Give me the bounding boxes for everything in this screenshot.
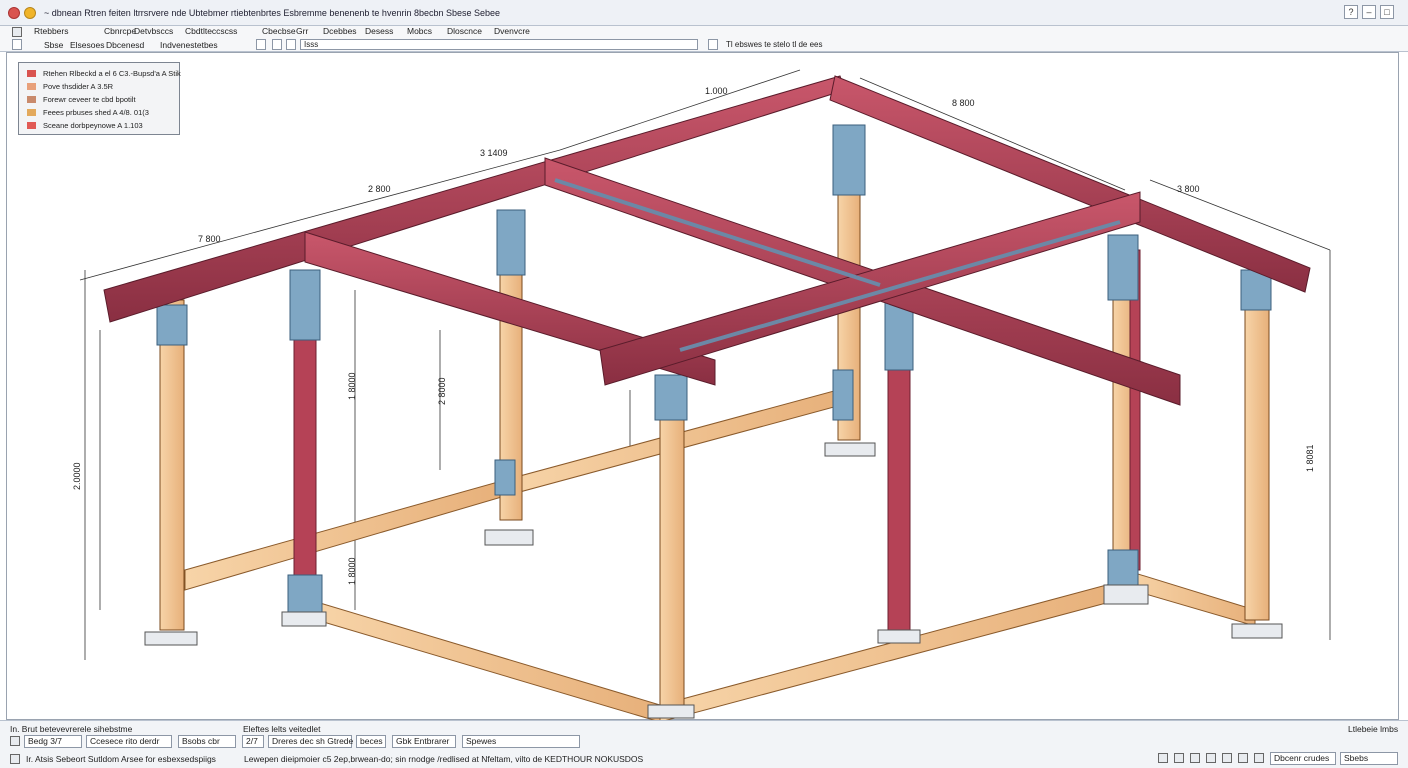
status-right-field-0[interactable]: Dbcenr crudes bbox=[1270, 752, 1336, 765]
dim-height-left: 2.0000 bbox=[72, 462, 82, 490]
dim-height-mid1: 1 8000 bbox=[347, 372, 357, 400]
dim-top-mid: 2 800 bbox=[368, 184, 391, 194]
dim-height-mid2: 2 8000 bbox=[437, 377, 447, 405]
legend-swatch bbox=[27, 109, 36, 116]
structure-drawing: 7 800 2 800 3 1409 1.000 8 800 3 800 2.0… bbox=[72, 69, 1331, 723]
info-icon bbox=[10, 754, 20, 764]
settings-icon[interactable] bbox=[1222, 753, 1232, 763]
status-field-0[interactable]: Bedg 3/7 bbox=[24, 735, 82, 748]
status-row1-left: In. Brut betevevrerele sihebstme bbox=[10, 724, 133, 734]
dim-height-right: 1 8081 bbox=[1305, 444, 1315, 472]
legend-swatch bbox=[27, 83, 36, 90]
status-row2-mid: Lewepen dieipmoier c5 2ep,brwean-do; sin… bbox=[244, 754, 644, 764]
dim-height-low: 1 8000 bbox=[347, 557, 357, 585]
view-icon[interactable] bbox=[1238, 753, 1248, 763]
ortho-icon[interactable] bbox=[1174, 753, 1184, 763]
status-row1-right: Ltlebeie lmbs bbox=[1348, 724, 1399, 734]
dim-top-front: 7 800 bbox=[198, 234, 221, 244]
legend-swatch bbox=[27, 70, 36, 77]
material-legend: Rtehen Rlbeckd a el 6 C3.-Bupsd'a A Stik… bbox=[18, 62, 181, 135]
layer-icon[interactable] bbox=[1206, 753, 1216, 763]
grid-toggle-icon[interactable] bbox=[1190, 753, 1200, 763]
dim-top-right-back: 8 800 bbox=[952, 98, 975, 108]
status-row2-left: Ir. Atsis Sebeort Sutldom Arsee for esbe… bbox=[26, 754, 216, 764]
status-icon[interactable] bbox=[10, 736, 20, 746]
status-field-4[interactable]: Dreres dec sh Gtrede bbox=[268, 735, 353, 748]
legend-swatch bbox=[27, 122, 36, 129]
sill-beams bbox=[184, 387, 1256, 723]
status-right-field-1[interactable]: Sbebs bbox=[1340, 752, 1398, 765]
status-field-3[interactable]: 2/7 bbox=[242, 735, 264, 748]
lock-icon[interactable] bbox=[1254, 753, 1264, 763]
status-field-1[interactable]: Ccesece rito derdr bbox=[86, 735, 172, 748]
dim-right-edge: 3 800 bbox=[1177, 184, 1200, 194]
status-field-2[interactable]: Bsobs cbr bbox=[178, 735, 236, 748]
snap-icon[interactable] bbox=[1158, 753, 1168, 763]
status-field-6[interactable]: Gbk Entbrarer bbox=[392, 735, 456, 748]
status-bar: In. Brut betevevrerele sihebstme Eleftes… bbox=[0, 720, 1408, 768]
status-field-7[interactable]: Spewes bbox=[462, 735, 580, 748]
dim-top-back: 1.000 bbox=[705, 86, 728, 96]
legend-swatch bbox=[27, 96, 36, 103]
status-row1-mid: Eleftes lelts veitedlet bbox=[243, 724, 321, 734]
status-field-5[interactable]: beces bbox=[356, 735, 386, 748]
dim-top-left-back: 3 1409 bbox=[480, 148, 508, 158]
